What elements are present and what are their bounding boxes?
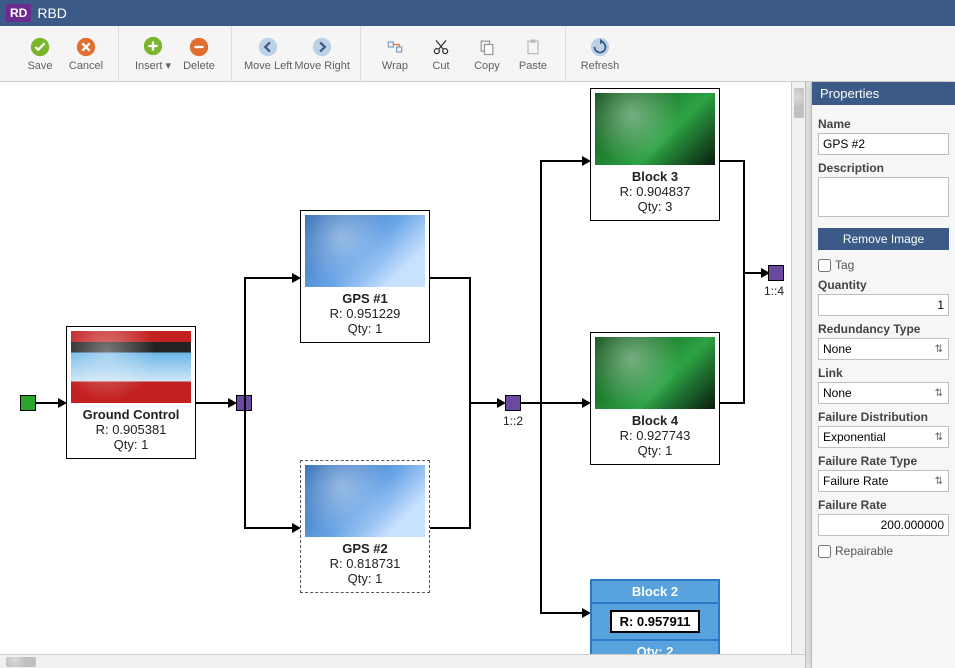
junction-node-3[interactable] <box>768 265 784 281</box>
tag-checkbox[interactable] <box>818 259 831 272</box>
thumb-cpu <box>305 465 425 537</box>
delete-button[interactable]: Delete <box>177 30 221 78</box>
vertical-scrollbar[interactable] <box>791 82 805 654</box>
refresh-button[interactable]: Refresh <box>578 30 622 78</box>
paste-icon <box>522 36 544 58</box>
properties-panel: Properties Name Description Remove Image… <box>811 82 955 668</box>
failure-rate-type-select[interactable]: Failure Rate <box>818 470 949 492</box>
arrow-left-icon <box>257 36 279 58</box>
block-ground-control[interactable]: Ground Control R: 0.905381 Qty: 1 <box>66 326 196 459</box>
scissors-icon <box>430 36 452 58</box>
properties-header: Properties <box>812 82 955 105</box>
wrap-icon <box>384 36 406 58</box>
app-title: RBD <box>37 5 67 21</box>
failure-dist-label: Failure Distribution <box>818 410 949 424</box>
block-4[interactable]: Block 4 R: 0.927743 Qty: 1 <box>590 332 720 465</box>
wrap-button[interactable]: Wrap <box>373 30 417 78</box>
description-label: Description <box>818 161 949 175</box>
junction-node-2[interactable] <box>505 395 521 411</box>
move-left-button[interactable]: Move Left <box>244 30 292 78</box>
failure-dist-select[interactable]: Exponential <box>818 426 949 448</box>
junction-label-1: 1::2 <box>503 414 523 428</box>
insert-button[interactable]: Insert ▾ <box>131 30 175 78</box>
remove-image-button[interactable]: Remove Image <box>818 228 949 250</box>
failure-rate-input[interactable] <box>818 514 949 536</box>
block-gps2[interactable]: GPS #2 R: 0.818731 Qty: 1 <box>300 460 430 593</box>
failure-rate-type-label: Failure Rate Type <box>818 454 949 468</box>
name-label: Name <box>818 117 949 131</box>
block-3[interactable]: Block 3 R: 0.904837 Qty: 3 <box>590 88 720 221</box>
titlebar: RD RBD <box>0 0 955 26</box>
link-select[interactable]: None <box>818 382 949 404</box>
start-node[interactable] <box>20 395 36 411</box>
thumb-drone <box>71 331 191 403</box>
horizontal-scrollbar[interactable] <box>0 654 805 668</box>
junction-label-2: 1::4 <box>764 284 784 298</box>
name-input[interactable] <box>818 133 949 155</box>
block-gps1[interactable]: GPS #1 R: 0.951229 Qty: 1 <box>300 210 430 343</box>
redundancy-select[interactable]: None <box>818 338 949 360</box>
canvas[interactable]: Ground Control R: 0.905381 Qty: 1 GPS #1… <box>0 82 805 668</box>
cancel-icon <box>75 36 97 58</box>
cancel-button[interactable]: Cancel <box>64 30 108 78</box>
block-2[interactable]: Block 2 R: 0.957911 Qty: 2 <box>590 579 720 664</box>
failure-rate-label: Failure Rate <box>818 498 949 512</box>
plus-icon <box>142 35 164 57</box>
copy-icon <box>476 36 498 58</box>
tag-label: Tag <box>835 258 854 272</box>
paste-button[interactable]: Paste <box>511 30 555 78</box>
thumb-pcb <box>595 337 715 409</box>
save-button[interactable]: Save <box>18 30 62 78</box>
link-label: Link <box>818 366 949 380</box>
copy-button[interactable]: Copy <box>465 30 509 78</box>
repairable-checkbox[interactable] <box>818 545 831 558</box>
repairable-label: Repairable <box>835 544 893 558</box>
thumb-pcb <box>595 93 715 165</box>
quantity-input[interactable] <box>818 294 949 316</box>
cut-button[interactable]: Cut <box>419 30 463 78</box>
check-icon <box>29 36 51 58</box>
toolbar: Save Cancel Insert ▾ Delete Move Left Mo… <box>0 26 955 82</box>
move-right-button[interactable]: Move Right <box>294 30 350 78</box>
refresh-icon <box>589 36 611 58</box>
quantity-label: Quantity <box>818 278 949 292</box>
description-input[interactable] <box>818 177 949 217</box>
app-logo: RD <box>6 4 31 22</box>
arrow-right-icon <box>311 36 333 58</box>
thumb-cpu <box>305 215 425 287</box>
redundancy-label: Redundancy Type <box>818 322 949 336</box>
minus-icon <box>188 36 210 58</box>
